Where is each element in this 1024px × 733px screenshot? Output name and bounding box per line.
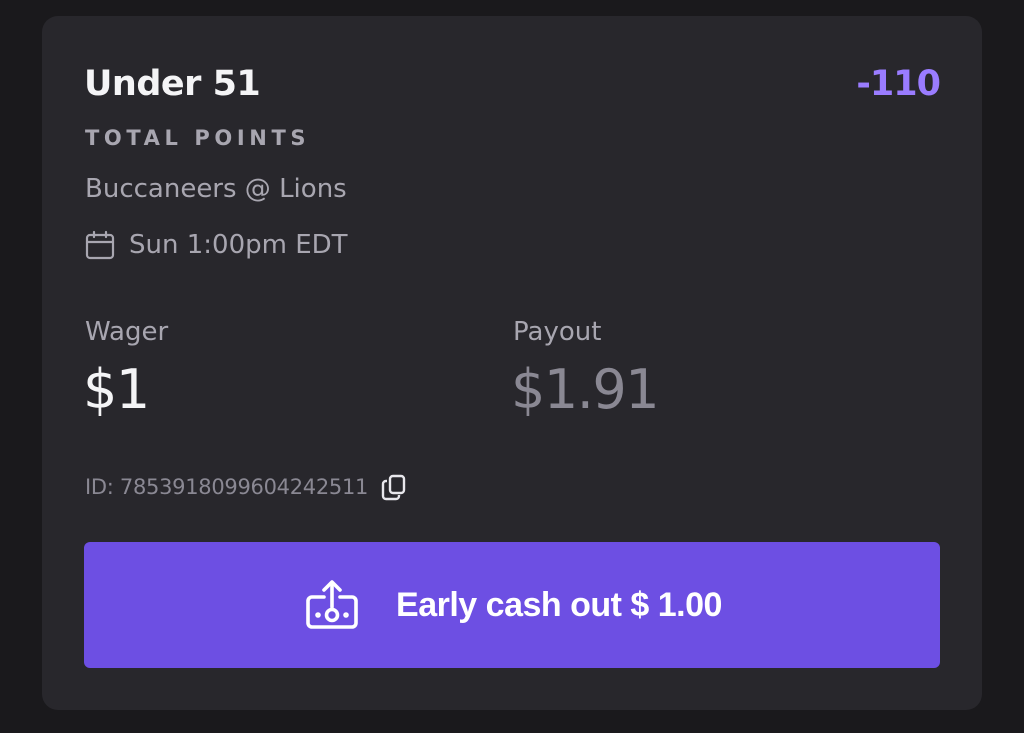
early-cash-out-button[interactable]: Early cash out $ 1.00 xyxy=(84,542,940,668)
payout-label: Payout xyxy=(513,317,602,347)
copy-icon[interactable] xyxy=(380,473,408,501)
bet-id-row: ID: 7853918099604242511 xyxy=(85,473,408,501)
bet-selection: Under 51 xyxy=(84,64,261,104)
early-cash-out-label: Early cash out $ 1.00 xyxy=(396,585,722,624)
bet-id: ID: 7853918099604242511 xyxy=(85,475,369,499)
game-matchup: Buccaneers @ Lions xyxy=(85,174,347,204)
game-time-row: Sun 1:00pm EDT xyxy=(84,229,348,261)
payout-value: $1.91 xyxy=(511,358,660,421)
bet-market: TOTAL POINTS xyxy=(85,126,311,150)
wager-label: Wager xyxy=(85,317,169,347)
wager-value: $1 xyxy=(83,358,150,421)
game-datetime: Sun 1:00pm EDT xyxy=(129,230,348,260)
bet-odds: -110 xyxy=(856,64,941,104)
cash-out-icon xyxy=(302,577,362,633)
calendar-icon xyxy=(84,229,116,261)
